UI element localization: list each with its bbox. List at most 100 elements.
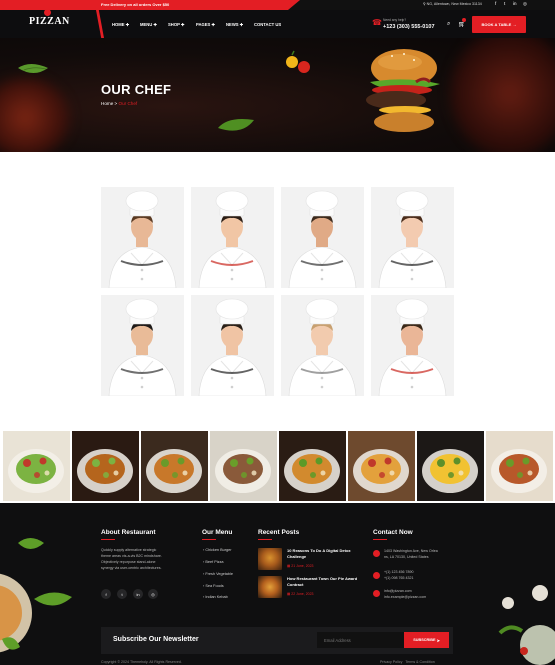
footer: About Restaurant Quickly supply alternat… (0, 503, 555, 665)
cart-icon[interactable]: 🛒︎ (458, 21, 466, 28)
food-gallery-item[interactable] (279, 431, 346, 501)
food-gallery-item[interactable] (3, 431, 70, 501)
phone-label: Need any help? (383, 18, 407, 22)
chef-card[interactable] (191, 187, 274, 288)
chef-card[interactable] (281, 187, 364, 288)
burger-bottom-bun (374, 112, 434, 132)
chef-card[interactable] (101, 187, 184, 288)
post-title[interactable]: How Restaurant Town Our Pie Award Contra… (287, 576, 359, 588)
food-gallery-item[interactable] (72, 431, 139, 501)
post-date: ▦ 21 June, 2023 (287, 564, 313, 568)
about-text: Quickly supply alternative strategic the… (101, 547, 162, 571)
twitter-icon[interactable]: t (504, 1, 505, 6)
nav-pages[interactable]: PAGES ✚ (196, 22, 215, 27)
nav-shop[interactable]: SHOP ✚ (168, 22, 184, 27)
basil-leaf (18, 538, 44, 549)
post-date-text: 22 June, 2023 (291, 592, 314, 596)
nav-news-label: NEWS (226, 22, 239, 27)
menu-item-label: Sea Foods (205, 584, 224, 588)
food-photo (72, 431, 139, 501)
chef-card[interactable] (101, 295, 184, 396)
page-title: OUR CHEF (101, 82, 172, 97)
chef-photo (371, 295, 454, 396)
chef-photo (191, 295, 274, 396)
pepper-stem (291, 50, 295, 56)
footer-instagram-icon[interactable]: ◎ (148, 589, 158, 599)
instagram-icon[interactable]: ◎ (523, 1, 527, 7)
linkedin-icon[interactable]: in (513, 1, 517, 6)
footer-menu-item[interactable]: › Chicken Burger (203, 548, 232, 552)
food-photo (486, 431, 553, 501)
post-thumbnail[interactable] (258, 576, 282, 598)
food-photo (279, 431, 346, 501)
chef-card[interactable] (281, 295, 364, 396)
yellow-pepper (286, 56, 298, 68)
nav-contact[interactable]: CONTACT US (254, 22, 281, 27)
post-thumbnail[interactable] (258, 548, 282, 570)
topbar-address: ⚲ NG, Allentown, New Mexico 31134 (423, 2, 482, 6)
terms-link[interactable]: Terms & Condition (405, 660, 434, 664)
email-input[interactable] (317, 632, 405, 648)
footer-links: Privacy Policy Terms & Condition (380, 660, 435, 664)
footer-linkedin-icon[interactable]: in (133, 589, 143, 599)
contact-phones[interactable]: +(1) 123 456 7890 +(1) 098 765 4321 (384, 569, 413, 581)
bun-highlight (378, 54, 422, 70)
phone-icon (373, 572, 380, 579)
breadcrumb-home[interactable]: Home (101, 101, 113, 106)
footer-menu-item[interactable]: › Sea Foods (203, 584, 224, 588)
food-photo (348, 431, 415, 501)
banner-decor (18, 49, 440, 132)
heading-underline (373, 539, 387, 540)
nav-news[interactable]: NEWS ✚ (226, 22, 243, 27)
food-gallery-item[interactable] (348, 431, 415, 501)
location-icon (373, 550, 380, 557)
nav-home[interactable]: HOME ✚ (112, 22, 129, 27)
nav-menu-label: MENU (140, 22, 153, 27)
footer-menu-item[interactable]: › Indian Kebab (203, 595, 228, 599)
newsletter-bar: Subscribe Our Newsletter SUBSCRIBE ➤ (101, 627, 453, 654)
nav-menu[interactable]: MENU ✚ (140, 22, 157, 27)
phone-line[interactable]: +(1) 098 765 4321 (384, 575, 413, 581)
address-line: ns, LA 70130, United States (384, 555, 429, 559)
food-gallery-item[interactable] (210, 431, 277, 501)
search-icon[interactable]: ⌕ (447, 21, 450, 28)
contact-emails[interactable]: info@pizzan.com info.example@pizzan.com (384, 588, 426, 600)
sesame (391, 55, 393, 57)
phone-number[interactable]: +123 (303) 555-0107 (383, 24, 435, 30)
footer-menu-item[interactable]: › Fresh Vegetable (203, 572, 233, 576)
menu-item-label: Indian Kebab (205, 595, 228, 599)
food-photo (141, 431, 208, 501)
logo[interactable]: PIZZAN (0, 9, 96, 38)
breadcrumb: Home > Our Chef (101, 101, 137, 106)
food-photo (3, 431, 70, 501)
chef-card[interactable] (371, 295, 454, 396)
subscribe-button[interactable]: SUBSCRIBE ➤ (404, 632, 449, 648)
chef-photo (101, 295, 184, 396)
mushroom (532, 585, 548, 601)
facebook-icon[interactable]: f (495, 1, 496, 6)
main-header: PIZZAN HOME ✚ MENU ✚ SHOP ✚ PAGES ✚ NEWS… (0, 9, 555, 38)
breadcrumb-current: Our Chef (118, 101, 138, 106)
chef-card[interactable] (371, 187, 454, 288)
menu-item-label: Beef Pizza (205, 560, 224, 564)
menu-item-label: Fresh Vegetable (205, 572, 233, 576)
book-table-button[interactable]: BOOK A TABLE → (472, 16, 526, 33)
footer-menu-item[interactable]: › Beef Pizza (203, 560, 223, 564)
food-gallery-item[interactable] (417, 431, 484, 501)
food-gallery-item[interactable] (141, 431, 208, 501)
sesame (403, 53, 405, 55)
privacy-link[interactable]: Privacy Policy (380, 660, 402, 664)
post-title[interactable]: 10 Reasons To Do A Digital Detox Challen… (287, 548, 359, 560)
food-gallery-item[interactable] (486, 431, 553, 501)
chef-card[interactable] (191, 295, 274, 396)
chef-photo (191, 187, 274, 288)
basil-leaf (34, 592, 72, 606)
nav-pages-label: PAGES (196, 22, 211, 27)
footer-twitter-icon[interactable]: t (117, 589, 127, 599)
heading-underline (258, 539, 272, 540)
menu-heading: Our Menu (202, 529, 233, 536)
footer-facebook-icon[interactable]: f (101, 589, 111, 599)
newsletter-title: Subscribe Our Newsletter (113, 636, 199, 643)
email-line[interactable]: info.example@pizzan.com (384, 594, 426, 600)
basil-leaf-bottom (218, 119, 254, 131)
